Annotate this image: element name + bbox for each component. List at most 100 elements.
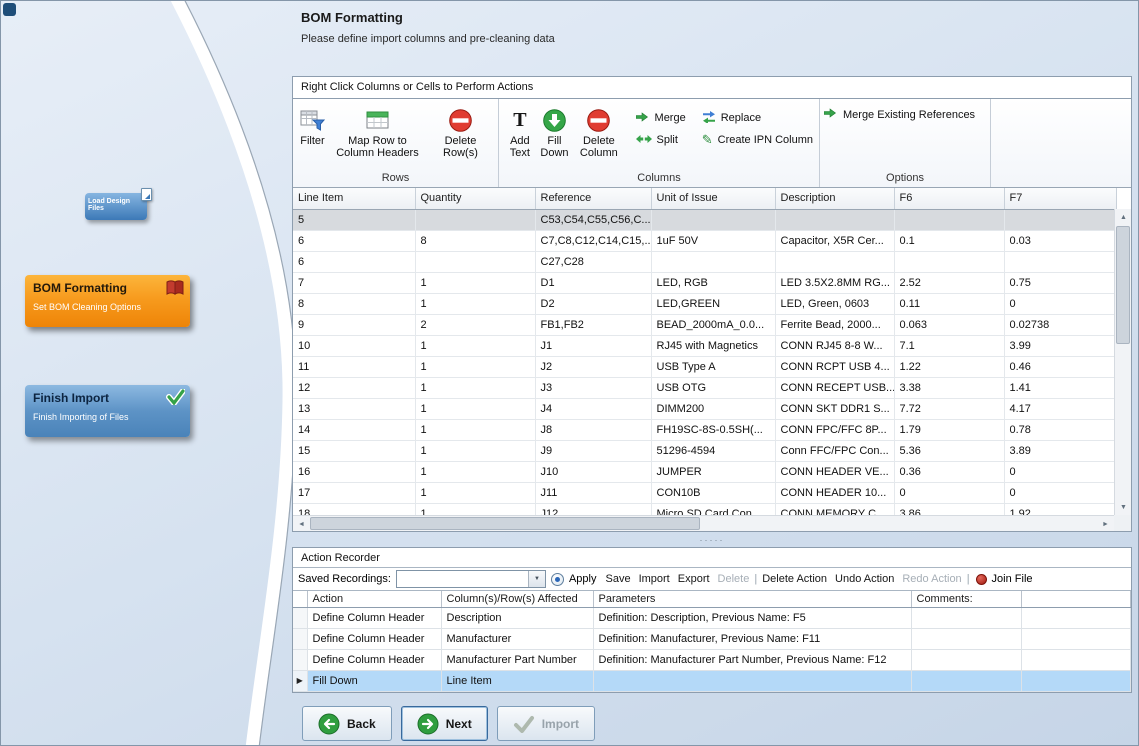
grid-cell[interactable]: JUMPER — [651, 461, 775, 482]
add-text-button[interactable]: T Add Text — [503, 104, 537, 160]
grid-cell[interactable]: D2 — [535, 293, 651, 314]
grid-cell[interactable]: 0.063 — [894, 314, 1004, 335]
grid-cell[interactable]: 1 — [415, 377, 535, 398]
grid-cell[interactable] — [651, 209, 775, 230]
grid-cell[interactable]: LED 3.5X2.8MM RG... — [775, 272, 894, 293]
grid-cell[interactable]: C53,C54,C55,C56,C... — [535, 209, 651, 230]
recorder-cell[interactable]: Manufacturer — [441, 628, 593, 649]
grid-cell[interactable] — [1004, 209, 1116, 230]
delete-rows-button[interactable]: Delete Row(s) — [427, 104, 494, 160]
grid-cell[interactable] — [775, 209, 894, 230]
grid-cell[interactable]: USB OTG — [651, 377, 775, 398]
grid-cell[interactable]: RJ45 with Magnetics — [651, 335, 775, 356]
recorder-column-header-parameters[interactable]: Parameters — [593, 591, 911, 607]
grid-cell[interactable]: 1 — [415, 293, 535, 314]
grid-cell[interactable]: 1 — [415, 356, 535, 377]
vertical-scrollbar-thumb[interactable] — [1116, 226, 1130, 344]
grid-cell[interactable]: 1 — [415, 398, 535, 419]
grid-cell[interactable]: BEAD_2000mA_0.0... — [651, 314, 775, 335]
grid-cell[interactable]: J3 — [535, 377, 651, 398]
recorder-cell[interactable]: Manufacturer Part Number — [441, 649, 593, 670]
merge-button[interactable]: Merge — [636, 107, 686, 129]
grid-cell[interactable]: CONN RECEPT USB... — [775, 377, 894, 398]
grid-cell[interactable]: 9 — [293, 314, 415, 335]
grid-cell[interactable]: J4 — [535, 398, 651, 419]
recorder-cell[interactable]: Fill Down — [307, 670, 441, 691]
grid-cell[interactable] — [415, 209, 535, 230]
join-file-link[interactable]: Join File — [992, 573, 1033, 585]
grid-cell[interactable]: 14 — [293, 419, 415, 440]
grid-cell[interactable]: 0.11 — [894, 293, 1004, 314]
grid-cell[interactable]: 4.17 — [1004, 398, 1116, 419]
grid-cell[interactable]: 1.41 — [1004, 377, 1116, 398]
grid-cell[interactable]: 0.78 — [1004, 419, 1116, 440]
grid-cell[interactable]: FB1,FB2 — [535, 314, 651, 335]
scroll-down-arrow-icon[interactable]: ▼ — [1115, 499, 1131, 515]
grid-column-header-unit-of-issue[interactable]: Unit of Issue — [651, 188, 775, 209]
saved-recordings-select[interactable]: ▼ — [396, 570, 546, 588]
grid-cell[interactable]: 10 — [293, 335, 415, 356]
scroll-up-arrow-icon[interactable]: ▲ — [1115, 209, 1131, 225]
split-button[interactable]: Split — [636, 129, 686, 151]
grid-column-header-description[interactable]: Description — [775, 188, 894, 209]
grid-column-header-reference[interactable]: Reference — [535, 188, 651, 209]
vertical-scrollbar[interactable]: ▲ ▼ — [1114, 209, 1131, 515]
recorder-cell[interactable] — [593, 670, 911, 691]
grid-cell[interactable]: Capacitor, X5R Cer... — [775, 230, 894, 251]
grid-cell[interactable]: 51296-4594 — [651, 440, 775, 461]
merge-existing-references-button[interactable]: Merge Existing References — [824, 107, 975, 122]
grid-cell[interactable] — [894, 251, 1004, 272]
grid-cell[interactable]: 0.02738 — [1004, 314, 1116, 335]
grid-cell[interactable]: 12 — [293, 377, 415, 398]
grid-cell[interactable]: 0 — [894, 482, 1004, 503]
scroll-left-arrow-icon[interactable]: ◄ — [293, 516, 310, 531]
recorder-action-export[interactable]: Export — [678, 573, 710, 585]
grid-cell[interactable]: 1uF 50V — [651, 230, 775, 251]
next-button[interactable]: Next — [401, 706, 488, 741]
grid-cell[interactable] — [1004, 251, 1116, 272]
grid-cell[interactable]: 0.75 — [1004, 272, 1116, 293]
recorder-cell[interactable] — [911, 649, 1021, 670]
grid-cell[interactable]: 7.1 — [894, 335, 1004, 356]
grid-cell[interactable]: 1 — [415, 440, 535, 461]
grid-cell[interactable]: 7.72 — [894, 398, 1004, 419]
grid-cell[interactable]: 2.52 — [894, 272, 1004, 293]
grid-cell[interactable]: 17 — [293, 482, 415, 503]
grid-cell[interactable]: 6 — [293, 251, 415, 272]
grid-cell[interactable]: 3.89 — [1004, 440, 1116, 461]
grid-cell[interactable]: 8 — [293, 293, 415, 314]
recorder-column-header-action[interactable]: Action — [307, 591, 441, 607]
grid-cell[interactable] — [415, 251, 535, 272]
grid-cell[interactable]: D1 — [535, 272, 651, 293]
step-bom-formatting[interactable]: BOM Formatting Set BOM Cleaning Options — [25, 275, 190, 327]
horizontal-scrollbar[interactable]: ◄ ► — [293, 515, 1114, 531]
grid-cell[interactable]: 1 — [415, 461, 535, 482]
grid-cell[interactable] — [894, 209, 1004, 230]
recorder-cell[interactable]: Definition: Manufacturer, Previous Name:… — [593, 628, 911, 649]
grid-cell[interactable]: 2 — [415, 314, 535, 335]
recorder-cell[interactable]: Description — [441, 607, 593, 628]
grid-cell[interactable]: 1 — [415, 419, 535, 440]
recorder-column-header-comments[interactable]: Comments: — [911, 591, 1021, 607]
recorder-cell[interactable] — [911, 670, 1021, 691]
grid-cell[interactable]: 0 — [1004, 293, 1116, 314]
recorder-action-delete-action[interactable]: Delete Action — [762, 573, 827, 585]
grid-cell[interactable]: 16 — [293, 461, 415, 482]
grid-cell[interactable]: CONN FPC/FFC 8P... — [775, 419, 894, 440]
grid-cell[interactable]: 1 — [415, 335, 535, 356]
horizontal-scrollbar-thumb[interactable] — [310, 517, 700, 530]
step-finish-import[interactable]: Finish Import Finish Importing of Files — [25, 385, 190, 437]
grid-cell[interactable]: 0.36 — [894, 461, 1004, 482]
recorder-cell[interactable]: Definition: Description, Previous Name: … — [593, 607, 911, 628]
recorder-row[interactable]: ▶Fill DownLine Item — [293, 670, 1131, 691]
grid-column-header-f7[interactable]: F7 — [1004, 188, 1116, 209]
dropdown-arrow-icon[interactable]: ▼ — [528, 571, 545, 587]
recorder-action-import[interactable]: Import — [639, 573, 670, 585]
grid-cell[interactable]: 5.36 — [894, 440, 1004, 461]
grid-cell[interactable]: 13 — [293, 398, 415, 419]
grid-cell[interactable]: CONN RJ45 8-8 W... — [775, 335, 894, 356]
grid-cell[interactable] — [651, 251, 775, 272]
scroll-right-arrow-icon[interactable]: ► — [1097, 516, 1114, 531]
recorder-row[interactable]: Define Column HeaderManufacturerDefiniti… — [293, 628, 1131, 649]
grid-cell[interactable]: 8 — [415, 230, 535, 251]
